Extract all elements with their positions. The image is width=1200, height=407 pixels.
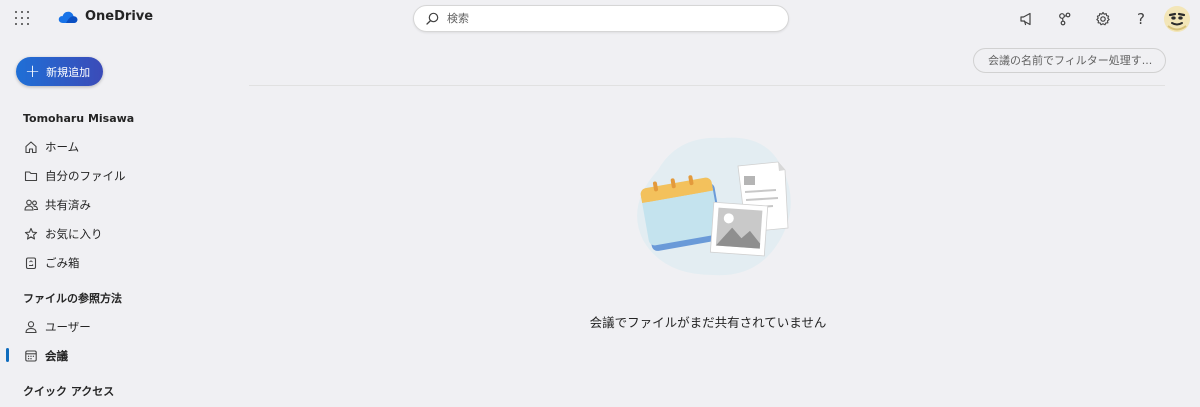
- people-icon: [23, 197, 39, 213]
- gear-icon[interactable]: [1084, 4, 1122, 34]
- sidebar-item-shared[interactable]: 共有済み: [23, 195, 233, 215]
- onedrive-cloud-icon: [58, 11, 78, 23]
- sidebar-item-meetings[interactable]: 会議: [23, 346, 233, 366]
- sidebar-item-home[interactable]: ホーム: [23, 137, 233, 157]
- avatar[interactable]: [1164, 6, 1190, 32]
- calendar-icon: [23, 348, 39, 364]
- sidebar-item-label: 自分のファイル: [45, 169, 126, 183]
- brand[interactable]: OneDrive: [58, 9, 153, 24]
- help-icon[interactable]: ?: [1122, 4, 1160, 34]
- app-title: OneDrive: [85, 9, 154, 24]
- home-icon: [23, 139, 39, 155]
- meeting-filter-box[interactable]: [973, 48, 1166, 73]
- sidebar-item-label: 会議: [45, 349, 68, 363]
- search-box[interactable]: [413, 5, 789, 32]
- folder-icon: [23, 168, 39, 184]
- recycle-bin-icon: [23, 255, 39, 271]
- sidebar-item-my-files[interactable]: 自分のファイル: [23, 166, 233, 186]
- search-input[interactable]: [447, 12, 767, 25]
- sidebar-item-label: お気に入り: [45, 227, 103, 241]
- app-launcher-icon[interactable]: [15, 11, 29, 25]
- active-indicator: [6, 348, 9, 362]
- help-glyph: ?: [1137, 10, 1145, 28]
- plus-icon: +: [25, 60, 41, 82]
- share-network-icon[interactable]: [1046, 4, 1084, 34]
- sidebar-item-label: 共有済み: [45, 198, 91, 212]
- top-bar: OneDrive 検索 ?: [0, 0, 1200, 38]
- meeting-filter-input[interactable]: [988, 54, 1158, 67]
- star-icon: [23, 226, 39, 242]
- empty-state-message: 会議でファイルがまだ共有されていません: [589, 315, 827, 330]
- sidebar-item-recycle-bin[interactable]: ごみ箱: [23, 253, 233, 273]
- megaphone-icon[interactable]: [1008, 4, 1046, 34]
- browse-section-title: ファイルの参照方法: [23, 292, 122, 305]
- header-divider: [249, 85, 1165, 86]
- sidebar-item-label: ごみ箱: [45, 256, 80, 270]
- search-icon: [426, 12, 439, 25]
- new-button[interactable]: + 新規追加: [16, 57, 103, 86]
- quick-access-title: クイック アクセス: [23, 385, 115, 398]
- new-button-label: 新規追加: [46, 65, 91, 79]
- top-right-toolbar: ?: [1008, 4, 1190, 34]
- sidebar-item-favorites[interactable]: お気に入り: [23, 224, 233, 244]
- user-name: Tomoharu Misawa: [23, 112, 135, 125]
- sidebar-item-label: ホーム: [45, 140, 80, 154]
- empty-state-illustration-icon: [637, 137, 791, 276]
